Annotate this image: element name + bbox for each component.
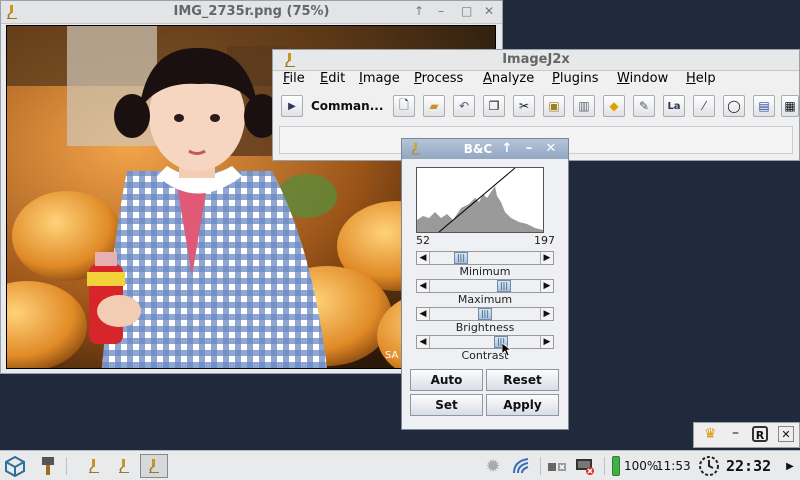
histogram-min-value: 52 [416,234,430,247]
arrow-right-icon[interactable]: ▶ [540,336,553,348]
play-icon[interactable]: ▶ [281,95,303,117]
slider-track[interactable]: ||| [430,252,540,264]
window-maximize-button[interactable]: □ [461,4,472,18]
slider-track[interactable]: ||| [430,280,540,292]
chevron-right-icon[interactable]: ▶ [782,454,798,478]
arrow-left-icon[interactable]: ◀ [417,252,430,264]
paste-icon[interactable]: ▣ [543,95,565,117]
revert-icon[interactable]: ↶ [453,95,475,117]
imagej-title: ImageJ2x [502,52,570,67]
slider-track[interactable]: ||| [430,308,540,320]
wand-icon[interactable]: ⁄ [693,95,715,117]
fill-icon[interactable]: ◆ [603,95,625,117]
window-up-button[interactable]: ↑ [414,4,424,18]
taskbar-separator [66,457,67,475]
reset-button[interactable]: Reset [486,369,559,391]
minimize-icon[interactable]: – [732,425,739,441]
histogram [416,167,544,233]
arrow-right-icon[interactable]: ▶ [540,280,553,292]
copy-icon[interactable]: ❐ [483,95,505,117]
taskbar-separator [540,457,541,475]
r-icon[interactable]: R [752,426,768,442]
crown-icon[interactable]: ♛ [704,426,717,442]
arrow-left-icon[interactable]: ◀ [417,336,430,348]
file-icon[interactable]: ▤ [753,95,775,117]
window-minimize-button[interactable]: – [438,4,444,18]
menu-help[interactable]: Help [686,71,716,86]
minimum-label: Minimum [459,265,511,278]
network-disconnected-icon[interactable] [572,454,598,478]
apply-button[interactable]: Apply [486,394,559,416]
open-icon[interactable]: ▰ [423,95,445,117]
slider-thumb[interactable]: ||| [497,280,511,292]
histogram-max-value: 197 [534,234,555,247]
clock-icon[interactable] [696,454,722,478]
mouse-cursor-icon [501,342,513,360]
clock-time: 22:32 [726,457,772,475]
imagej-task-icon-2[interactable] [112,454,136,478]
battery-icon[interactable] [612,454,620,478]
battery-time: 11:53 [656,459,691,473]
tray-window: ♛ – R ✕ [693,422,800,448]
brightness-slider[interactable]: ◀ ||| ▶ [416,307,554,321]
arrow-left-icon[interactable]: ◀ [417,308,430,320]
close-icon[interactable]: ✕ [542,140,560,157]
battery-percent: 100% [624,459,659,473]
brush-icon[interactable] [36,454,60,478]
minimum-slider[interactable]: ◀ ||| ▶ [416,251,554,265]
menu-analyze[interactable]: Analyze [483,71,534,86]
arrow-right-icon[interactable]: ▶ [540,308,553,320]
contrast-label: Contrast [461,349,509,362]
start-menu-icon[interactable] [2,454,28,478]
menu-process[interactable]: Process [414,71,463,86]
taskbar-separator [604,457,605,475]
window-close-button[interactable]: ✕ [484,4,494,18]
circle-icon[interactable]: ◯ [723,95,745,117]
slider-track[interactable]: ||| [430,336,540,348]
auto-button[interactable]: Auto [410,369,483,391]
photo-watermark: SA [385,350,399,361]
text-file-icon[interactable]: ▦ [781,95,799,117]
menu-file[interactable]: File [283,71,305,86]
brightness-label: Brightness [455,321,515,334]
arrow-left-icon[interactable]: ◀ [417,280,430,292]
arrow-right-icon[interactable]: ▶ [540,252,553,264]
imagej-task-icon-active[interactable] [140,454,168,478]
minimize-icon[interactable]: – [520,140,538,157]
slider-thumb[interactable]: ||| [478,308,492,320]
command-label[interactable]: Comman... [311,99,383,113]
set-button[interactable]: Set [410,394,483,416]
image-window-title: IMG_2735r.png (75%) [173,4,330,19]
maximum-label: Maximum [457,293,513,306]
cut-icon[interactable]: ✂ [513,95,535,117]
settings-icon[interactable]: ✹ [482,454,504,478]
contrast-slider[interactable]: ◀ ||| ▶ [416,335,554,349]
brightness-contrast-dialog: B&C ↑ – ✕ 52 197 ◀ ||| ▶ Minimum ◀ ||| ▶… [401,138,569,430]
maximum-slider[interactable]: ◀ ||| ▶ [416,279,554,293]
slider-thumb[interactable]: ||| [454,252,468,264]
delete-icon[interactable]: ▥ [573,95,595,117]
microscope-icon [410,141,422,159]
menu-image[interactable]: Image [359,71,400,86]
image-window-titlebar[interactable]: IMG_2735r.png (75%) ↑ – □ ✕ [1,1,502,24]
imagej-toolbar: ▶ Comman... 🗋 ▰ ↶ ❐ ✂ ▣ ▥ ◆ ✎ La ⁄ ◯ ▤ ▦ [273,92,799,122]
imagej-titlebar[interactable]: ImageJ2x [273,50,799,71]
wifi-icon[interactable] [510,454,534,478]
imagej-menubar: File Edit Image Process Analyze Plugins … [273,70,799,90]
arrow-up-icon[interactable]: ↑ [498,140,516,157]
label-icon[interactable]: La [663,95,685,117]
bc-titlebar[interactable]: B&C ↑ – ✕ [402,139,568,159]
menu-plugins[interactable]: Plugins [552,71,599,86]
close-icon[interactable]: ✕ [778,426,794,442]
imagej-task-icon[interactable] [82,454,106,478]
taskbar: ✹ 100% 11:53 22:32 ▶ [0,450,800,480]
pencil-icon[interactable]: ✎ [633,95,655,117]
menu-edit[interactable]: Edit [320,71,345,86]
new-icon[interactable]: 🗋 [393,95,415,117]
menu-window[interactable]: Window [617,71,668,86]
volume-icon[interactable] [544,454,572,478]
